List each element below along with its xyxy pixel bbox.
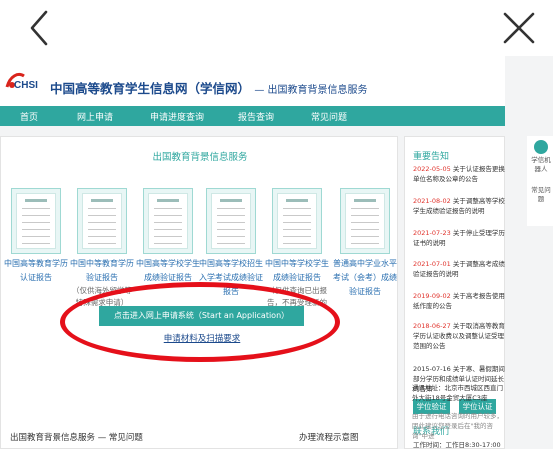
notice-item[interactable]: 2021-07-23 关于停止受理学历证书的说明 [413,229,505,249]
notice-date: 2021-07-23 [413,229,451,237]
notice-item[interactable]: 2021-08-02 关于调整高等学校学生成绩验证报告的说明 [413,197,505,217]
service-university-grades-verification[interactable]: 中国高等学校学生成绩验证报告 [135,188,201,285]
service-label: 中国中等学校学生成绩验证报告 [265,259,329,282]
service-label: 中国高等教育学历认证报告 [4,259,68,282]
notice-date: 2019-09-02 [413,292,451,300]
faq-float-link[interactable]: 常见问题 [529,186,553,204]
notice-date: 2021-08-02 [413,197,451,205]
service-label: 普通高中学业水平考试（会考）成绩验证报告 [333,259,397,296]
service-degree-certification[interactable]: 中国高等教育学历认证报告 [3,188,69,285]
close-icon[interactable] [499,8,539,48]
notice-date: 2021-07-01 [413,260,451,268]
notice-item[interactable]: 2018-06-27 关于取消高等教育学历认证收费以及调整认证受理范围的公告 [413,322,505,351]
certificate-icon [272,188,322,254]
certificate-icon [340,188,390,254]
notice-date: 2015-07-16 [413,365,451,373]
site-subtitle: — 出国教育背景信息服务 [254,85,368,96]
notice-date: 2018-06-27 [413,322,451,330]
services-title: 出国教育背景信息服务 [152,152,248,163]
certificate-icon [77,188,127,254]
nav-progress-query[interactable]: 申请进度查询 [150,110,204,123]
browser-toolbar [0,0,553,56]
contact-address: 通讯地址：北京市西城区西直门外大街18号金贸大厦C3座 [412,384,503,402]
nav-home[interactable]: 首页 [20,110,38,123]
site-title-main: 中国高等教育学生信息网（学信网） [50,81,251,96]
service-label: 中国高等学校学生成绩验证报告 [136,259,200,282]
robot-icon[interactable] [534,140,548,154]
start-application-button[interactable]: 点击进入网上申请系统（Start an Application） [99,306,304,326]
certificate-icon [143,188,193,254]
contact-note: 由于进行电话咨询的用户较多，因此建议您登录后在"我的咨询"中进 [412,412,503,440]
site-header: CHSI 中国高等教育学生信息网（学信网） — 出国教育背景信息服务 [0,56,505,106]
service-label: 中国中等教育学历验证报告 [70,259,134,282]
logo-text: CHSI [14,80,38,91]
nav-report-query[interactable]: 报告查询 [238,110,274,123]
nav-faq[interactable]: 常见问题 [311,110,347,123]
robot-link[interactable]: 学信机器人 [529,156,553,174]
float-panel: 学信机器人 常见问题 [527,136,553,226]
faq-section-title: 出国教育背景信息服务 — 常见问题 [10,433,143,443]
notice-item[interactable]: 2022-05-05 关于认证报告更换单位名称及公章的公告 [413,165,505,185]
contact-hours: 工作时间：工作日8:30-17:00 [413,441,501,449]
notice-item[interactable]: 2019-09-02 关于高考报告使用纸作废的公告 [413,292,505,312]
notices-title: 重要告知 [413,152,450,162]
notice-date: 2022-05-05 [413,165,451,173]
site-title: 中国高等教育学生信息网（学信网） — 出国教育背景信息服务 [50,78,368,97]
certificate-icon [11,188,61,254]
materials-requirements-link[interactable]: 申请材料及扫描要求 [120,332,284,344]
nav-online-apply[interactable]: 网上申请 [77,110,113,123]
process-section-title: 办理流程示意图 [299,433,359,443]
chevron-left-icon[interactable] [20,8,60,48]
certificate-icon [206,188,256,254]
service-huikao-scores-verification[interactable]: 普通高中学业水平考试（会考）成绩验证报告 [332,188,398,299]
main-nav: 首页 网上申请 申请进度查询 报告查询 常见问题 [0,106,505,126]
notice-item[interactable]: 2021-07-01 关于调整高考成绩验证报告的说明 [413,260,505,280]
